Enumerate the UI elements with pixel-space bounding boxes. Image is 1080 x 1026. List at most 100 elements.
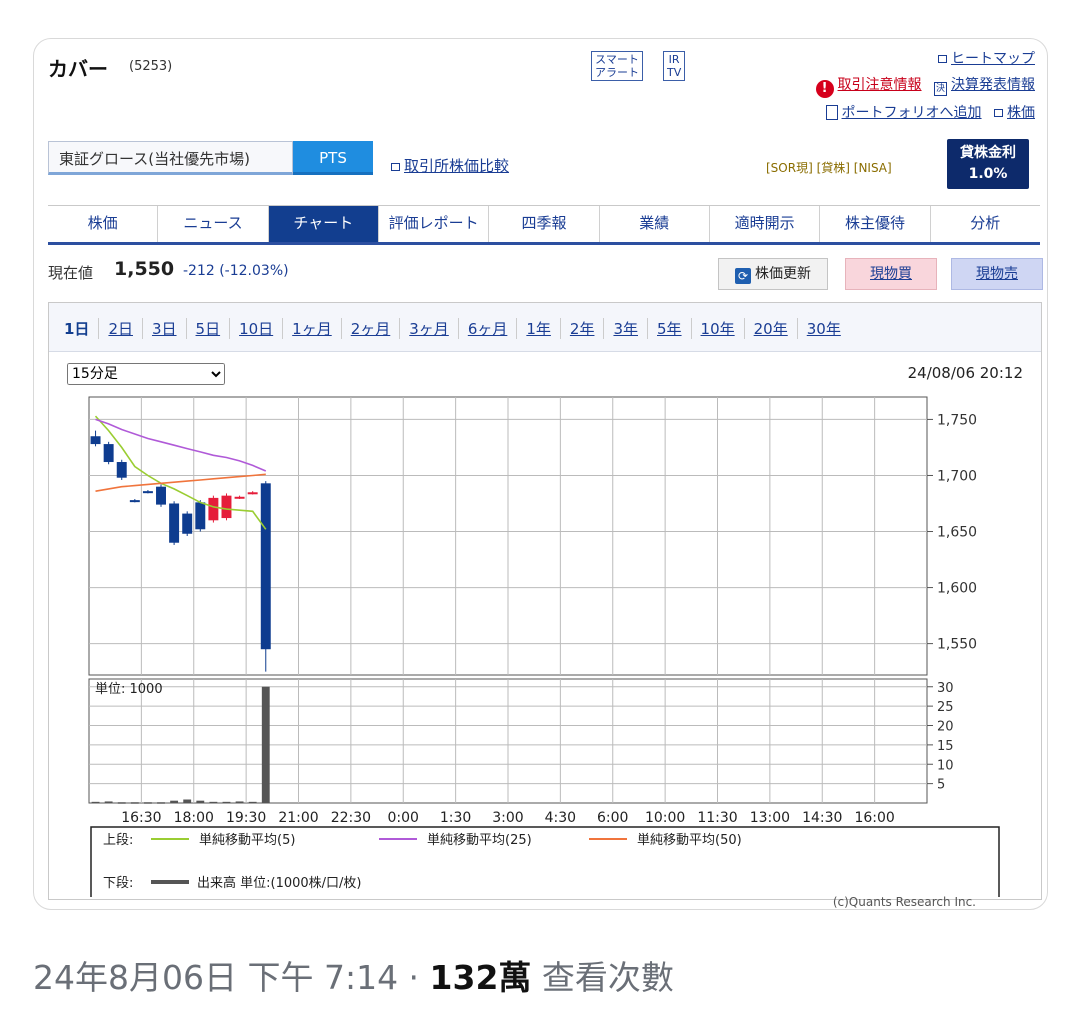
tab-chart[interactable]: チャート: [268, 206, 379, 242]
price-tick-label: 1,600: [937, 581, 977, 597]
candle-body: [247, 492, 258, 495]
period-2d[interactable]: 2日: [99, 317, 143, 339]
volume-bar: [143, 802, 152, 804]
views-label: 查看次數: [531, 958, 674, 997]
lending-rate-label: 貸株金利: [960, 145, 1016, 161]
stock-price-link[interactable]: 株価: [994, 105, 1035, 121]
period-10y[interactable]: 10年: [692, 317, 745, 339]
period-30y[interactable]: 30年: [798, 318, 850, 339]
tab-shareholder-benefits[interactable]: 株主優待: [820, 206, 931, 242]
copyright: (c)Quants Research Inc.: [832, 895, 976, 909]
x-tick-label: 16:00: [854, 810, 894, 826]
x-tick-label: 16:30: [121, 810, 161, 826]
candle-body: [234, 496, 245, 499]
x-tick-label: 0:00: [388, 810, 419, 826]
x-tick-label: 18:00: [174, 810, 214, 826]
earnings-label: 決算発表情報: [951, 77, 1035, 93]
x-tick-label: 1:30: [440, 810, 471, 826]
candle-body: [129, 500, 140, 503]
tab-analysis[interactable]: 分析: [930, 206, 1040, 242]
period-5y[interactable]: 5年: [648, 317, 692, 339]
caution-link[interactable]: ! 取引注意情報: [815, 77, 922, 98]
stock-price-label: 株価: [1007, 105, 1035, 121]
alert-links-row: ! 取引注意情報 決決算発表情報: [815, 74, 1035, 98]
period-20y[interactable]: 20年: [745, 317, 798, 339]
x-tick-label: 3:00: [492, 810, 523, 826]
period-1m[interactable]: 1ヶ月: [283, 317, 342, 339]
candle-body: [116, 462, 127, 478]
legend-volume-label: 出来高 単位:(1000株/口/枚): [197, 875, 362, 891]
calendar-icon: 決: [934, 82, 947, 96]
market-tab-tse-growth[interactable]: 東証グロース(当社優先市場): [48, 141, 293, 175]
account-tags: [SOR現] [貸株] [NISA]: [766, 161, 892, 175]
x-tick-label: 21:00: [278, 810, 318, 826]
legend-ma-label: 単純移動平均(25): [427, 832, 532, 848]
smart-alert-button[interactable]: スマート アラート: [591, 51, 643, 81]
period-3d[interactable]: 3日: [143, 317, 187, 339]
volume-bar: [157, 802, 165, 804]
market-tab-pts[interactable]: PTS: [293, 141, 373, 175]
candle-body: [260, 483, 271, 650]
volume-tick-label: 25: [937, 700, 954, 715]
earnings-link[interactable]: 決決算発表情報: [934, 77, 1035, 96]
period-1y[interactable]: 1年: [517, 317, 561, 339]
tv-label: TV: [667, 66, 682, 79]
tab-shikiho[interactable]: 四季報: [489, 206, 600, 242]
legend-ma-label: 単純移動平均(5): [199, 832, 295, 848]
window-icon: [391, 163, 400, 171]
volume-tick-label: 10: [937, 758, 954, 773]
refresh-price-button[interactable]: ⟳ 株価更新: [718, 258, 828, 290]
ir-label: IR: [668, 53, 680, 66]
heatmap-link[interactable]: ヒートマップ: [938, 48, 1035, 68]
chart-panel: 1日 2日 3日 5日 10日 1ヶ月 2ヶ月 3ヶ月 6ヶ月 1年 2年 3年…: [48, 302, 1042, 900]
volume-tick-label: 30: [937, 681, 954, 696]
current-price-label: 現在値: [48, 264, 94, 282]
candle-body: [221, 495, 232, 519]
x-tick-label: 6:00: [597, 810, 628, 826]
volume-tick-label: 5: [937, 778, 945, 793]
period-3m[interactable]: 3ヶ月: [400, 317, 459, 339]
company-name: カバー: [48, 57, 108, 81]
candle-body: [90, 436, 101, 445]
window-icon: [994, 109, 1003, 117]
heatmap-label: ヒートマップ: [951, 51, 1035, 67]
interval-select[interactable]: 15分足: [67, 363, 225, 385]
period-selector: 1日 2日 3日 5日 10日 1ヶ月 2ヶ月 3ヶ月 6ヶ月 1年 2年 3年…: [55, 313, 850, 343]
volume-bar: [235, 801, 244, 803]
period-10d[interactable]: 10日: [230, 317, 284, 339]
ir-tv-button[interactable]: IR TV: [663, 51, 686, 81]
buy-spot-button[interactable]: 現物買: [845, 258, 937, 290]
period-3y[interactable]: 3年: [604, 317, 648, 339]
volume-tick-label: 20: [937, 720, 954, 735]
caution-label: 取引注意情報: [837, 77, 922, 93]
sell-spot-button[interactable]: 現物売: [951, 258, 1043, 290]
exclamation-icon: !: [815, 80, 834, 98]
tab-news[interactable]: ニュース: [158, 206, 269, 242]
period-1d[interactable]: 1日: [55, 317, 100, 339]
chart-timestamp: 24/08/06 20:12: [907, 364, 1023, 382]
volume-bar: [91, 801, 100, 804]
x-tick-label: 4:30: [545, 810, 576, 826]
tab-performance[interactable]: 業績: [599, 206, 710, 242]
candle-body: [142, 491, 153, 494]
volume-unit-label: 単位: 1000: [95, 681, 163, 697]
tab-stock-price[interactable]: 株価: [48, 206, 159, 242]
current-price: 1,550: [114, 258, 175, 280]
portfolio-link[interactable]: ポートフォリオへ追加: [825, 105, 982, 121]
interval-select-wrap: 15分足: [67, 363, 225, 385]
period-2m[interactable]: 2ヶ月: [342, 317, 401, 339]
portfolio-label: ポートフォリオへ追加: [841, 105, 982, 121]
volume-bar: [117, 802, 126, 804]
period-6m[interactable]: 6ヶ月: [459, 317, 518, 339]
price-tick-label: 1,750: [937, 412, 977, 428]
exchange-compare-link[interactable]: 取引所株価比較: [391, 155, 509, 176]
volume-bar: [248, 801, 257, 804]
period-2y[interactable]: 2年: [561, 317, 605, 339]
tab-rating-report[interactable]: 評価レポート: [378, 206, 490, 242]
refresh-icon: ⟳: [735, 268, 751, 284]
volume-bar: [104, 801, 113, 803]
smart-alert-line1: スマート: [595, 53, 639, 66]
x-tick-label: 10:00: [645, 810, 685, 826]
period-5d[interactable]: 5日: [187, 317, 231, 339]
tab-disclosure[interactable]: 適時開示: [709, 206, 821, 242]
